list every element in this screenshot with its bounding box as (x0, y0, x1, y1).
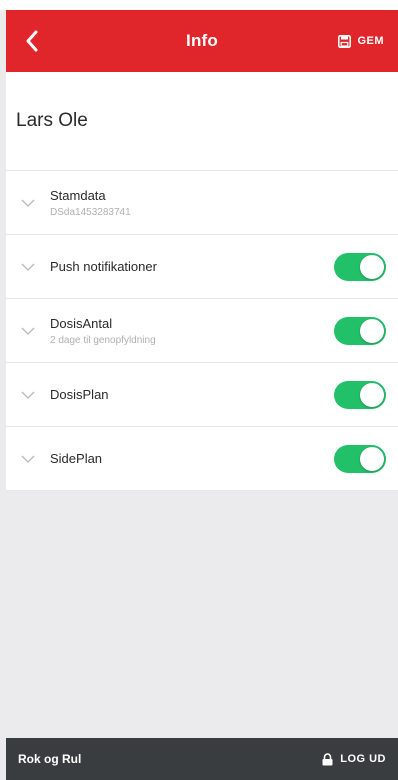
chevron-down-icon (6, 171, 50, 234)
logout-button[interactable]: LOG UD (322, 752, 386, 766)
logout-label: LOG UD (340, 753, 386, 765)
chevron-down-icon (6, 299, 50, 362)
lock-icon (322, 752, 333, 765)
chevron-down-icon (6, 363, 50, 426)
page-title: Info (186, 31, 218, 50)
save-label: GEM (357, 35, 384, 47)
toggle-knob (360, 254, 384, 279)
info-content: Lars Ole Stamdata DSda1453283741 Push no… (6, 72, 398, 491)
back-button[interactable] (10, 10, 54, 72)
list-item-dosisplan[interactable]: DosisPlan (6, 363, 398, 427)
list-item-stamdata[interactable]: Stamdata DSda1453283741 (6, 171, 398, 235)
list-item-sideplan[interactable]: SidePlan (6, 427, 398, 491)
floppy-disk-icon (338, 34, 352, 48)
toggle-knob (360, 382, 384, 407)
bottom-bar: Rok og Rul LOG UD (6, 738, 398, 780)
toggle-knob (360, 446, 384, 471)
chevron-down-icon (6, 235, 50, 298)
list-item-dosisantal[interactable]: DosisAntal 2 dage til genopfyldning (6, 299, 398, 363)
save-button[interactable]: GEM (338, 10, 384, 72)
dosisantal-toggle[interactable] (334, 316, 386, 345)
dosisplan-toggle[interactable] (334, 380, 386, 409)
sideplan-toggle[interactable] (334, 444, 386, 473)
toggle-knob (360, 318, 384, 343)
row-title: Stamdata (50, 187, 106, 203)
push-notifikationer-toggle[interactable] (334, 252, 386, 281)
chevron-down-icon (6, 427, 50, 490)
list-item-push-notifikationer[interactable]: Push notifikationer (6, 235, 398, 299)
chevron-left-icon (26, 30, 38, 52)
status-bar (0, 0, 398, 10)
app-name: Rok og Rul (18, 752, 82, 766)
profile-name: Lars Ole (16, 110, 88, 131)
top-app-bar: Info GEM (6, 10, 398, 72)
row-subtitle: DSda1453283741 (50, 206, 131, 218)
profile-header: Lars Ole (6, 72, 398, 171)
